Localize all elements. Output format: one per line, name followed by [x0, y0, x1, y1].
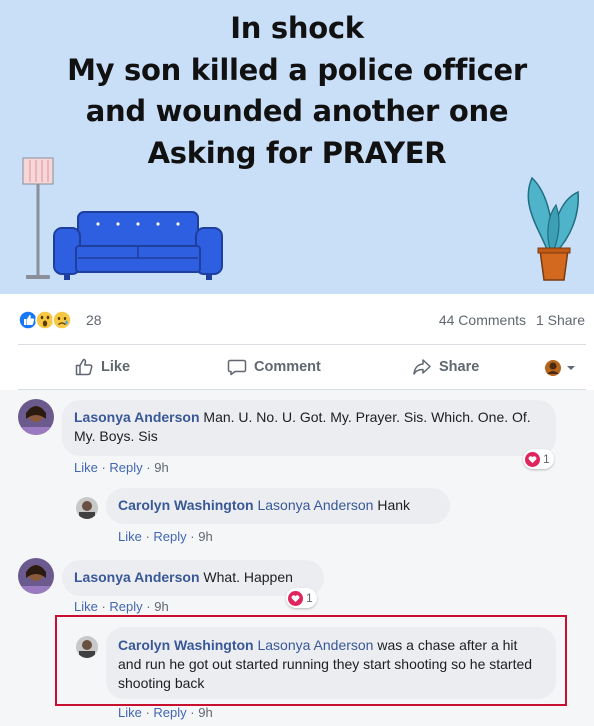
avatar[interactable]	[18, 558, 54, 594]
thumbs-up-icon	[75, 358, 93, 376]
highlight-box	[55, 615, 567, 706]
reply-like-link[interactable]: Like	[118, 529, 142, 544]
comment-timestamp[interactable]: 9h	[154, 599, 168, 614]
reply-reply-link[interactable]: Reply	[153, 705, 186, 720]
comment-meta: Like · Reply · 9h	[74, 599, 169, 614]
reaction-icons[interactable]	[18, 310, 80, 330]
heart-icon	[525, 451, 540, 467]
banner-line-4: Asking for PRAYER	[147, 135, 447, 170]
post-stats-bar: 28 44 Comments 1 Share	[0, 296, 594, 344]
comment-meta: Like · Reply · 9h	[74, 460, 169, 475]
comment-like-link[interactable]: Like	[74, 460, 98, 475]
comment-reply-link[interactable]: Reply	[109, 599, 142, 614]
reaction-count: 1	[306, 591, 313, 605]
shares-count-link[interactable]: 1 Share	[536, 312, 585, 328]
sofa-icon	[53, 211, 223, 280]
comment-text: What. Happen	[203, 569, 293, 585]
like-icon	[18, 310, 38, 330]
comment-bubble: Lasonya Anderson What. Happen	[62, 560, 324, 596]
like-button-label: Like	[101, 359, 131, 375]
reply-meta: Like · Reply · 9h	[118, 529, 213, 544]
comment-like-link[interactable]: Like	[74, 599, 98, 614]
comment-author[interactable]: Lasonya Anderson	[74, 569, 200, 585]
share-arrow-icon	[413, 359, 431, 375]
reply-like-link[interactable]: Like	[118, 705, 142, 720]
post-action-bar: Like Comment Share	[0, 346, 594, 388]
reply-meta: Like · Reply · 9h	[118, 705, 213, 720]
avatar[interactable]	[18, 399, 54, 435]
sad-icon	[52, 310, 72, 330]
caret-down-icon	[567, 366, 575, 370]
comment-reply-link[interactable]: Reply	[109, 460, 142, 475]
avatar-icon	[18, 399, 54, 435]
potted-plant-icon	[527, 176, 579, 281]
audience-selector[interactable]	[544, 359, 578, 377]
comment-bubble-icon	[227, 359, 247, 376]
comment-timestamp[interactable]: 9h	[154, 460, 168, 475]
reply-author[interactable]: Carolyn Washington	[118, 497, 254, 513]
reply-bubble: Carolyn Washington Lasonya Anderson Hank	[106, 488, 450, 524]
reply-timestamp[interactable]: 9h	[198, 705, 212, 720]
comment-bubble: Lasonya Anderson Man. U. No. U. Got. My.…	[62, 400, 556, 456]
comment-reaction-badge[interactable]: 1	[523, 449, 554, 469]
avatar-icon	[18, 558, 54, 594]
comment-button-label: Comment	[254, 359, 321, 375]
reaction-count: 1	[543, 452, 550, 466]
like-button[interactable]: Like	[74, 356, 130, 378]
post-image-banner[interactable]: In shock My son killed a police officer …	[0, 0, 594, 294]
profile-avatar-icon	[545, 360, 561, 376]
heart-icon	[288, 590, 303, 606]
share-button[interactable]: Share	[412, 356, 479, 378]
reply-text: Hank	[377, 497, 411, 513]
comments-count-link[interactable]: 44 Comments	[439, 312, 526, 328]
floor-lamp-icon	[22, 157, 54, 279]
reply-reply-link[interactable]: Reply	[153, 529, 186, 544]
comment-author[interactable]: Lasonya Anderson	[74, 409, 200, 425]
reply-mention[interactable]: Lasonya Anderson	[257, 497, 373, 513]
avatar[interactable]	[76, 497, 98, 519]
banner-line-1: In shock	[230, 11, 364, 45]
comment-reaction-badge[interactable]: 1	[286, 588, 317, 608]
banner-caption: In shock My son killed a police officer …	[0, 8, 594, 174]
comment-button[interactable]: Comment	[227, 356, 321, 378]
share-button-label: Share	[439, 359, 480, 375]
avatar-icon	[76, 497, 98, 519]
banner-line-3: and wounded another one	[85, 94, 509, 128]
wow-icon	[35, 310, 55, 330]
divider	[18, 344, 586, 345]
reply-timestamp[interactable]: 9h	[198, 529, 212, 544]
banner-line-2: My son killed a police officer	[67, 52, 527, 87]
reaction-count[interactable]: 28	[86, 312, 102, 328]
